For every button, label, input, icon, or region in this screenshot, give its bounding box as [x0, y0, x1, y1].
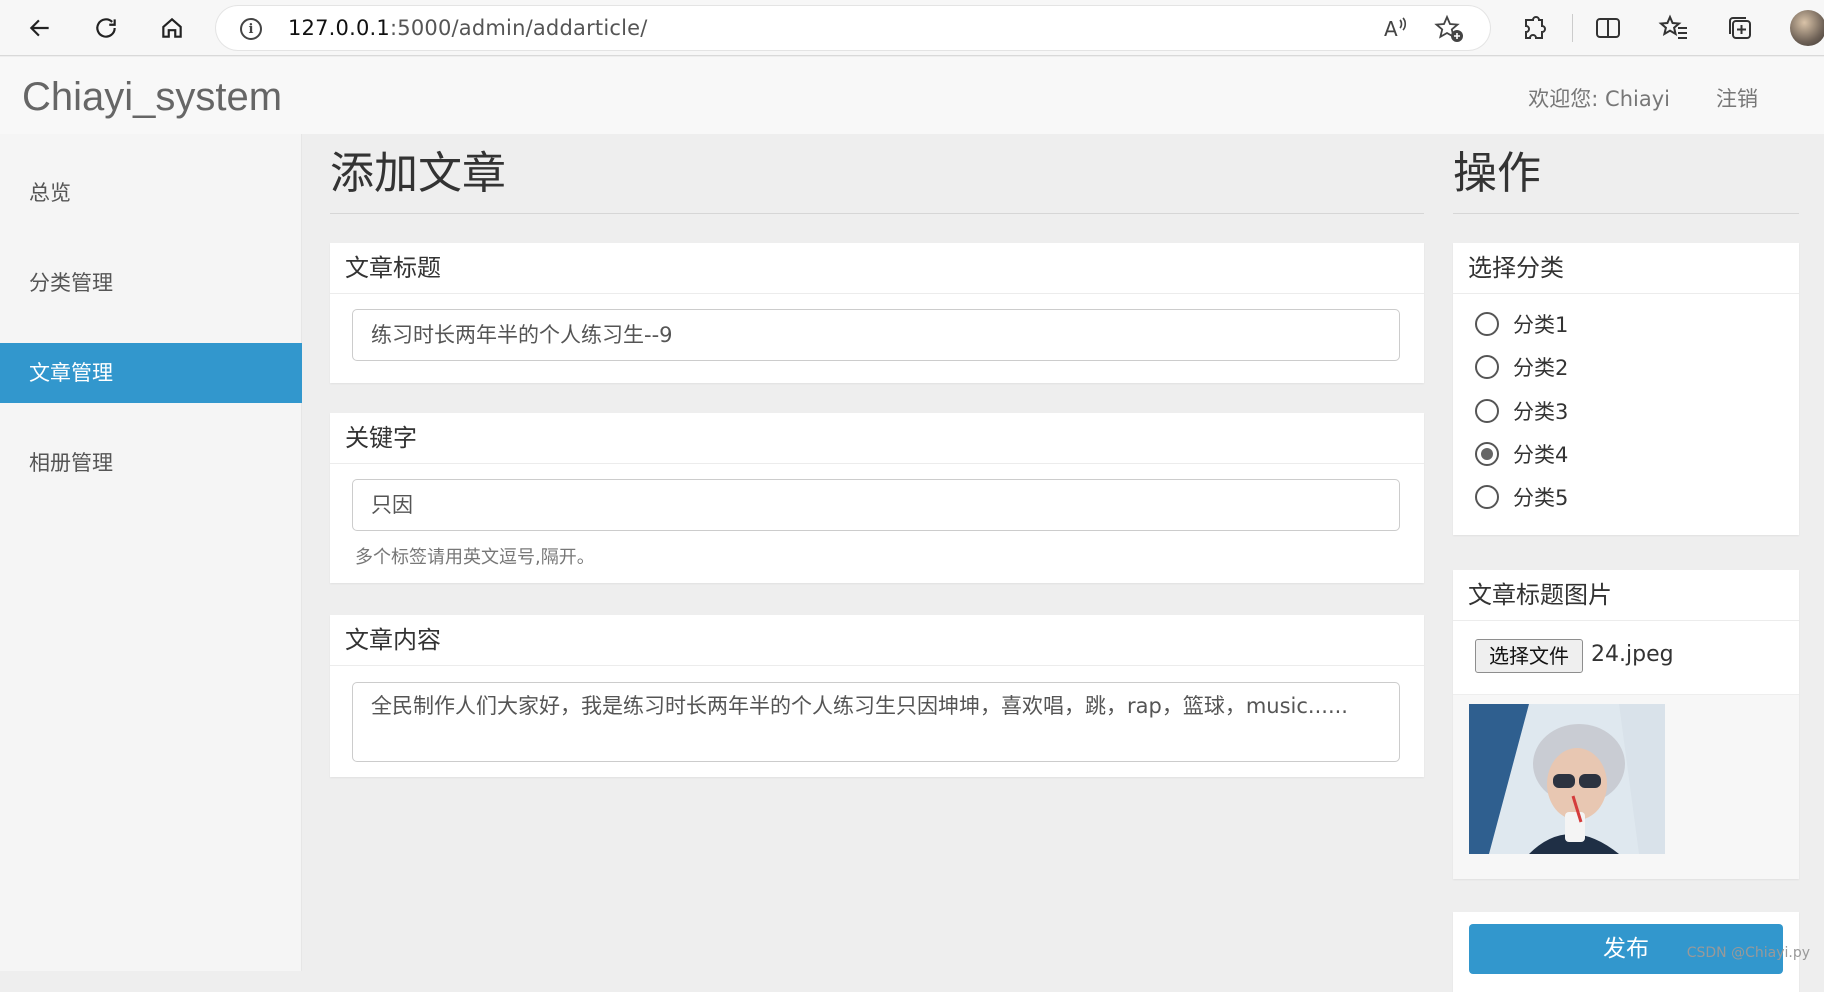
content-textarea[interactable]: 全民制作人们大家好，我是练习时长两年半的个人练习生只因坤坤，喜欢唱，跳，rap，… — [352, 682, 1400, 762]
category-option-label: 分类3 — [1513, 396, 1568, 426]
radio-button[interactable] — [1475, 485, 1499, 509]
category-option-5[interactable]: 分类5 — [1475, 482, 1568, 512]
article-title-label: 文章标题 — [330, 243, 1424, 294]
keywords-panel: 关键字 只因 多个标签请用英文逗号,隔开。 — [330, 413, 1424, 583]
category-option-4[interactable]: 分类4 — [1475, 439, 1568, 469]
radio-button-checked[interactable] — [1475, 442, 1499, 466]
cover-image-panel: 文章标题图片 选择文件 24.jpeg — [1453, 570, 1799, 879]
content-panel: 文章内容 全民制作人们大家好，我是练习时长两年半的个人练习生只因坤坤，喜欢唱，跳… — [330, 615, 1424, 777]
category-label: 选择分类 — [1453, 243, 1799, 294]
radio-button[interactable] — [1475, 399, 1499, 423]
favorites-icon[interactable] — [1658, 12, 1690, 44]
radio-button[interactable] — [1475, 355, 1499, 379]
article-title-panel: 文章标题 练习时长两年半的个人练习生--9 — [330, 243, 1424, 383]
back-icon[interactable] — [22, 10, 58, 46]
browser-toolbar: i 127.0.0.1:5000/admin/addarticle/ A — [0, 0, 1824, 56]
sidebar-item-overview[interactable]: 总览 — [0, 163, 302, 223]
operations-column: 操作 选择分类 分类1 分类2 分类3 分类4 分类5 文章标题图片 选择文件 … — [1453, 134, 1799, 214]
sidebar-item-albums[interactable]: 相册管理 — [0, 433, 302, 493]
toolbar-divider — [1572, 14, 1573, 42]
operations-title: 操作 — [1453, 134, 1799, 214]
cover-image-label: 文章标题图片 — [1453, 570, 1799, 621]
home-icon[interactable] — [154, 10, 190, 46]
address-bar[interactable]: i 127.0.0.1:5000/admin/addarticle/ A — [216, 6, 1490, 50]
url-text[interactable]: 127.0.0.1:5000/admin/addarticle/ — [288, 16, 648, 40]
profile-avatar[interactable] — [1790, 10, 1824, 46]
category-option-label: 分类2 — [1513, 352, 1568, 382]
read-aloud-icon[interactable]: A — [1382, 14, 1410, 42]
split-screen-icon[interactable] — [1592, 12, 1624, 44]
logout-link[interactable]: 注销 — [1716, 83, 1758, 113]
sidebar: 总览 分类管理 文章管理 相册管理 — [0, 134, 302, 971]
watermark-text: CSDN @Chiayi.py — [1687, 945, 1810, 961]
category-option-3[interactable]: 分类3 — [1475, 396, 1568, 426]
sidebar-item-categories[interactable]: 分类管理 — [0, 253, 302, 313]
add-favorite-icon[interactable] — [1434, 14, 1464, 44]
keywords-input[interactable]: 只因 — [352, 479, 1400, 531]
category-option-label: 分类5 — [1513, 482, 1568, 512]
collections-icon[interactable] — [1724, 12, 1756, 44]
page-title: 添加文章 — [330, 134, 1424, 214]
welcome-text: 欢迎您: Chiayi — [1528, 83, 1670, 113]
category-option-2[interactable]: 分类2 — [1475, 352, 1568, 382]
keywords-help-text: 多个标签请用英文逗号,隔开。 — [355, 543, 595, 569]
category-option-label: 分类1 — [1513, 309, 1568, 339]
cover-preview-area — [1453, 694, 1799, 879]
article-title-input[interactable]: 练习时长两年半的个人练习生--9 — [352, 309, 1400, 361]
category-option-1[interactable]: 分类1 — [1475, 309, 1568, 339]
category-option-label: 分类4 — [1513, 439, 1568, 469]
extensions-icon[interactable] — [1518, 12, 1550, 44]
main-content: 添加文章 文章标题 练习时长两年半的个人练习生--9 关键字 只因 多个标签请用… — [330, 134, 1424, 214]
cover-preview-image — [1469, 704, 1665, 854]
info-icon[interactable]: i — [240, 18, 262, 40]
sidebar-item-articles[interactable]: 文章管理 — [0, 343, 302, 403]
choose-file-button[interactable]: 选择文件 — [1475, 639, 1583, 673]
content-label: 文章内容 — [330, 615, 1424, 666]
category-panel: 选择分类 分类1 分类2 分类3 分类4 分类5 — [1453, 243, 1799, 535]
keywords-label: 关键字 — [330, 413, 1424, 464]
app-header: Chiayi_system 欢迎您: Chiayi 注销 — [0, 57, 1824, 134]
refresh-icon[interactable] — [88, 10, 124, 46]
radio-button[interactable] — [1475, 312, 1499, 336]
selected-file-name: 24.jpeg — [1591, 642, 1674, 667]
svg-text:A: A — [1384, 17, 1398, 41]
brand-logo[interactable]: Chiayi_system — [22, 75, 282, 120]
